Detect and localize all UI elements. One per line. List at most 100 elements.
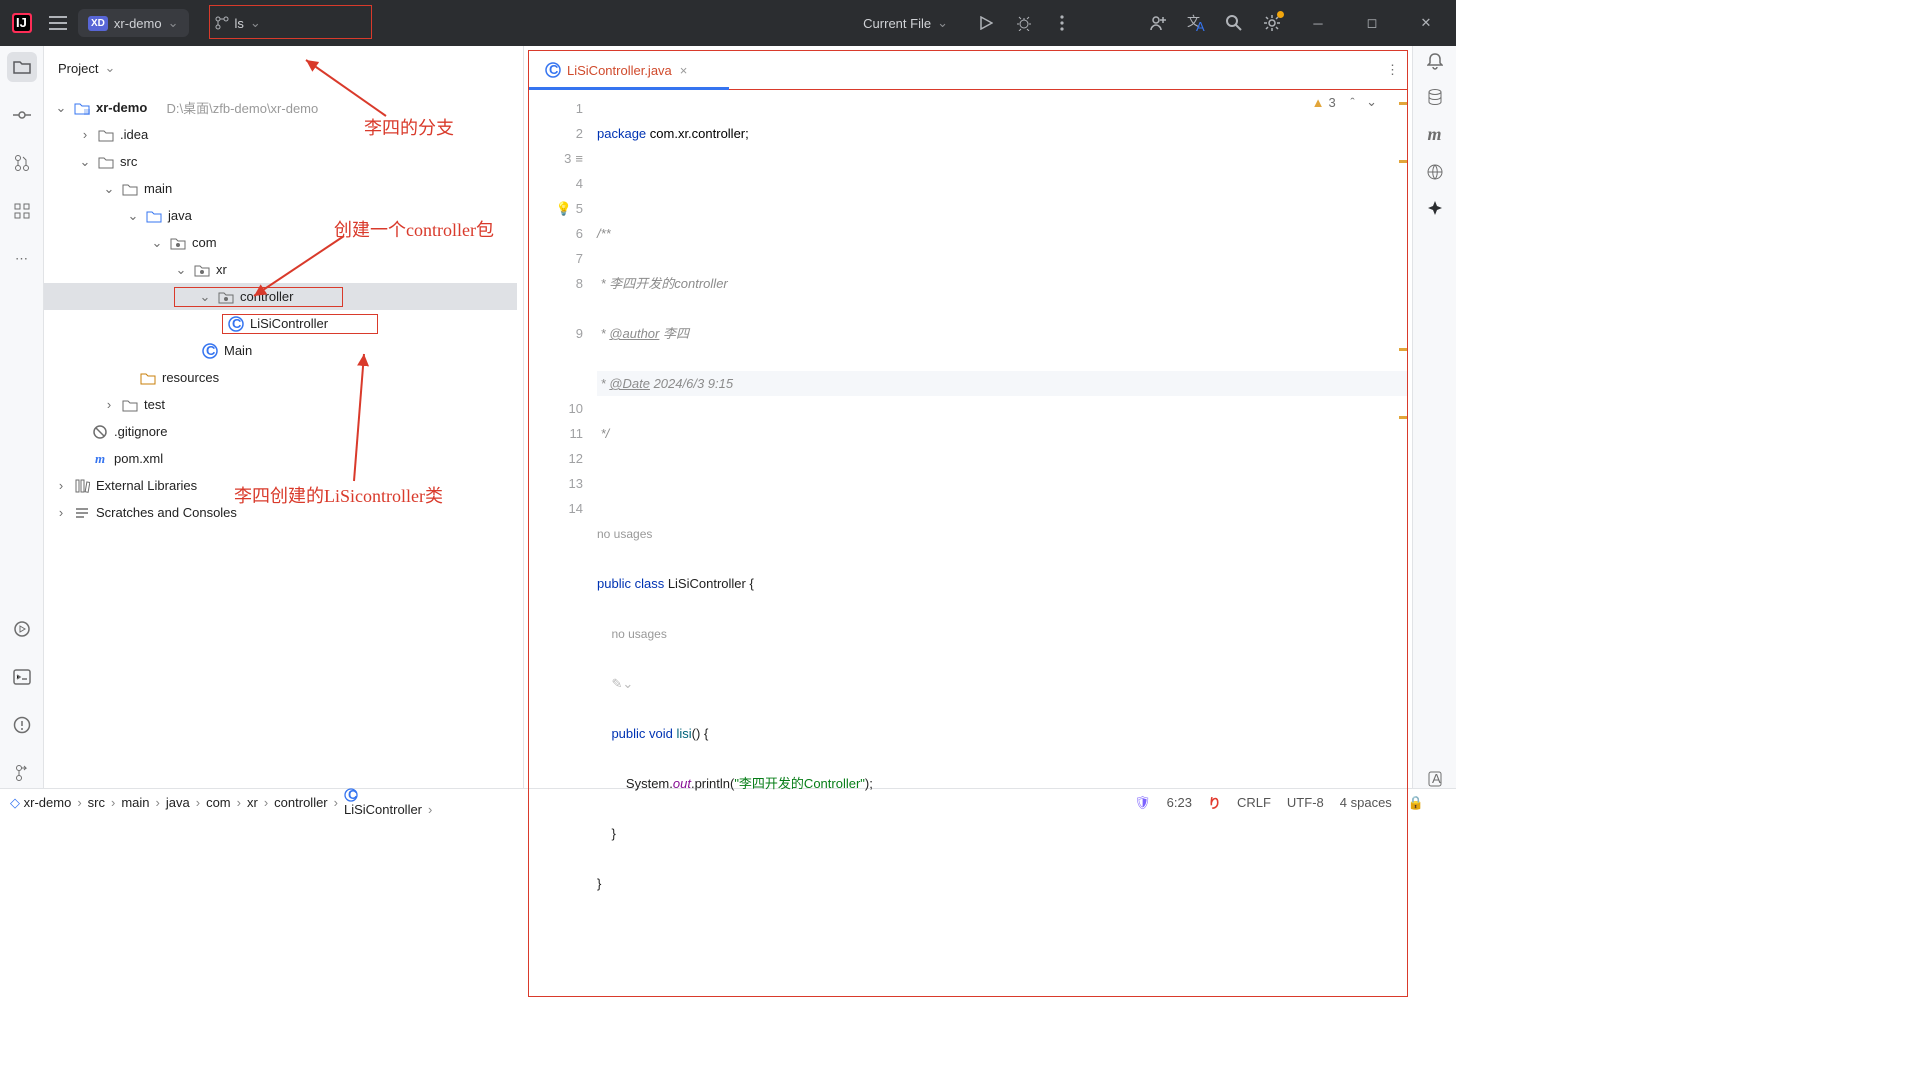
code-text: lisi bbox=[673, 726, 692, 741]
tree-item[interactable]: resources bbox=[44, 364, 517, 391]
chevron-down-icon: ⌄ bbox=[104, 60, 115, 76]
gitignore-icon bbox=[92, 424, 108, 440]
fold-icon[interactable]: ≡ bbox=[575, 146, 583, 171]
run-config-chip[interactable]: Current File ⌄ bbox=[853, 9, 958, 37]
svg-text:C: C bbox=[348, 788, 358, 802]
svg-text:C: C bbox=[206, 343, 216, 358]
lock-icon[interactable]: 🔒 bbox=[1408, 795, 1424, 811]
pr-tool-icon[interactable] bbox=[7, 148, 37, 178]
svg-text:C: C bbox=[549, 62, 559, 77]
project-badge: XD bbox=[88, 16, 108, 31]
code-kw: public void bbox=[611, 726, 672, 741]
notifications-icon[interactable] bbox=[1427, 52, 1443, 70]
package-icon bbox=[170, 235, 186, 251]
tree-label: xr-demo bbox=[96, 100, 147, 115]
code-usages[interactable]: no usages bbox=[597, 527, 652, 541]
svg-text:IJ: IJ bbox=[16, 15, 27, 30]
breadcrumb-item[interactable]: controller bbox=[274, 795, 338, 810]
resource-folder-icon bbox=[140, 370, 156, 386]
code-usages[interactable]: no usages bbox=[611, 627, 666, 641]
bulb-icon[interactable]: 💡 bbox=[556, 196, 572, 221]
author-hint-icon[interactable]: ✎⌄ bbox=[611, 676, 633, 691]
class-icon: C bbox=[202, 343, 218, 359]
menu-icon[interactable] bbox=[48, 13, 68, 33]
maven-tool-icon[interactable]: m bbox=[1427, 124, 1441, 145]
tree-label: com bbox=[192, 235, 217, 250]
tree-item[interactable]: .gitignore bbox=[44, 418, 517, 445]
nav-up-icon[interactable]: ˆ bbox=[1350, 95, 1354, 110]
tree-item[interactable]: ⌄src bbox=[44, 148, 517, 175]
breadcrumb-item[interactable]: ◇ xr-demo bbox=[10, 795, 82, 811]
code-comment: */ bbox=[597, 426, 609, 441]
breadcrumb-item[interactable]: xr bbox=[247, 795, 268, 810]
breadcrumb-item[interactable]: java bbox=[166, 795, 200, 810]
tab-more-icon[interactable]: ⋮ bbox=[1386, 62, 1399, 78]
tree-item-class[interactable]: C Main bbox=[44, 337, 517, 364]
terminal-tool-icon[interactable] bbox=[7, 662, 37, 692]
code-doctag: @author bbox=[609, 326, 659, 341]
code-editor[interactable]: 12 3≡ 4 💡5 678 9 1011121314 package com.… bbox=[528, 90, 1408, 997]
tree-item[interactable]: ⌄xr bbox=[44, 256, 517, 283]
tree-label: java bbox=[168, 208, 192, 223]
code-string: "李四开发的Controller" bbox=[734, 776, 865, 791]
translate-icon[interactable]: 文A bbox=[1186, 13, 1206, 33]
breadcrumb-item[interactable]: src bbox=[88, 795, 116, 810]
tree-label: Main bbox=[224, 343, 252, 358]
editor-tabs: C LiSiController.java × ⋮ bbox=[528, 50, 1408, 90]
code-comment: 2024/6/3 9:15 bbox=[650, 376, 733, 391]
debug-icon[interactable] bbox=[1014, 13, 1034, 33]
folder-icon bbox=[98, 127, 114, 143]
minimize-button[interactable]: ─ bbox=[1300, 0, 1336, 46]
chevron-down-icon: ⌄ bbox=[168, 15, 179, 31]
stripe-mark-warning[interactable] bbox=[1399, 348, 1407, 351]
close-icon[interactable]: × bbox=[680, 63, 688, 78]
code-content[interactable]: package com.xr.controller; /** * 李四开发的co… bbox=[593, 90, 1407, 996]
tree-item-selected[interactable]: ⌄controller bbox=[44, 283, 517, 310]
run-tool-icon[interactable] bbox=[7, 614, 37, 644]
nav-down-icon[interactable]: ⌄ bbox=[1366, 94, 1377, 110]
tree-item-class[interactable]: CLiSiController bbox=[44, 310, 517, 337]
database-icon[interactable] bbox=[1427, 88, 1443, 106]
settings-icon[interactable] bbox=[1262, 13, 1282, 33]
structure-tool-icon[interactable] bbox=[7, 196, 37, 226]
run-icon[interactable] bbox=[976, 13, 996, 33]
tree-path: D:\桌面\zfb-demo\xr-demo bbox=[167, 98, 319, 117]
code-comment: 李四 bbox=[659, 326, 689, 341]
web-icon[interactable] bbox=[1426, 163, 1444, 181]
package-icon bbox=[218, 289, 234, 305]
folder-icon bbox=[122, 181, 138, 197]
tree-item[interactable]: mpom.xml bbox=[44, 445, 517, 472]
close-button[interactable]: ✕ bbox=[1408, 0, 1444, 46]
stripe-mark-warning[interactable] bbox=[1399, 102, 1407, 105]
more-tool-icon[interactable]: ⋯ bbox=[7, 244, 37, 274]
annotation-pkg: 创建一个controller包 bbox=[334, 216, 494, 242]
maximize-button[interactable]: ◻ bbox=[1354, 0, 1390, 46]
tree-item[interactable]: ›test bbox=[44, 391, 517, 418]
editor-stripe[interactable] bbox=[1397, 90, 1407, 996]
libraries-icon bbox=[74, 478, 90, 494]
commit-tool-icon[interactable] bbox=[7, 100, 37, 130]
vcs-tool-icon[interactable] bbox=[7, 758, 37, 788]
project-tool-icon[interactable] bbox=[7, 52, 37, 82]
tree-item[interactable]: ⌄main bbox=[44, 175, 517, 202]
ai-tool-icon[interactable] bbox=[1426, 199, 1444, 217]
inspection-badge[interactable]: ▲3 ˆ ⌄ bbox=[1312, 94, 1377, 110]
right-tool-rail: m A bbox=[1412, 46, 1456, 788]
stripe-mark-warning[interactable] bbox=[1399, 160, 1407, 163]
class-icon: C bbox=[344, 788, 432, 802]
tab-label: LiSiController.java bbox=[567, 63, 672, 78]
package-icon bbox=[194, 262, 210, 278]
breadcrumb-item[interactable]: main bbox=[121, 795, 160, 810]
project-chip[interactable]: XD xr-demo ⌄ bbox=[78, 9, 189, 37]
problems-tool-icon[interactable] bbox=[7, 710, 37, 740]
breadcrumb-item[interactable]: C LiSiController bbox=[344, 788, 432, 817]
stripe-mark-warning[interactable] bbox=[1399, 416, 1407, 419]
more-icon[interactable] bbox=[1052, 13, 1072, 33]
project-tree[interactable]: ⌄xr-demo D:\桌面\zfb-demo\xr-demo ›.idea ⌄… bbox=[44, 90, 523, 788]
editor-tab[interactable]: C LiSiController.java × bbox=[537, 50, 695, 90]
breadcrumb-item[interactable]: com bbox=[206, 795, 241, 810]
collab-icon[interactable] bbox=[1148, 13, 1168, 33]
reader-mode-icon[interactable]: A bbox=[1427, 770, 1443, 788]
project-pane-header[interactable]: Project ⌄ bbox=[44, 46, 523, 90]
search-icon[interactable] bbox=[1224, 13, 1244, 33]
